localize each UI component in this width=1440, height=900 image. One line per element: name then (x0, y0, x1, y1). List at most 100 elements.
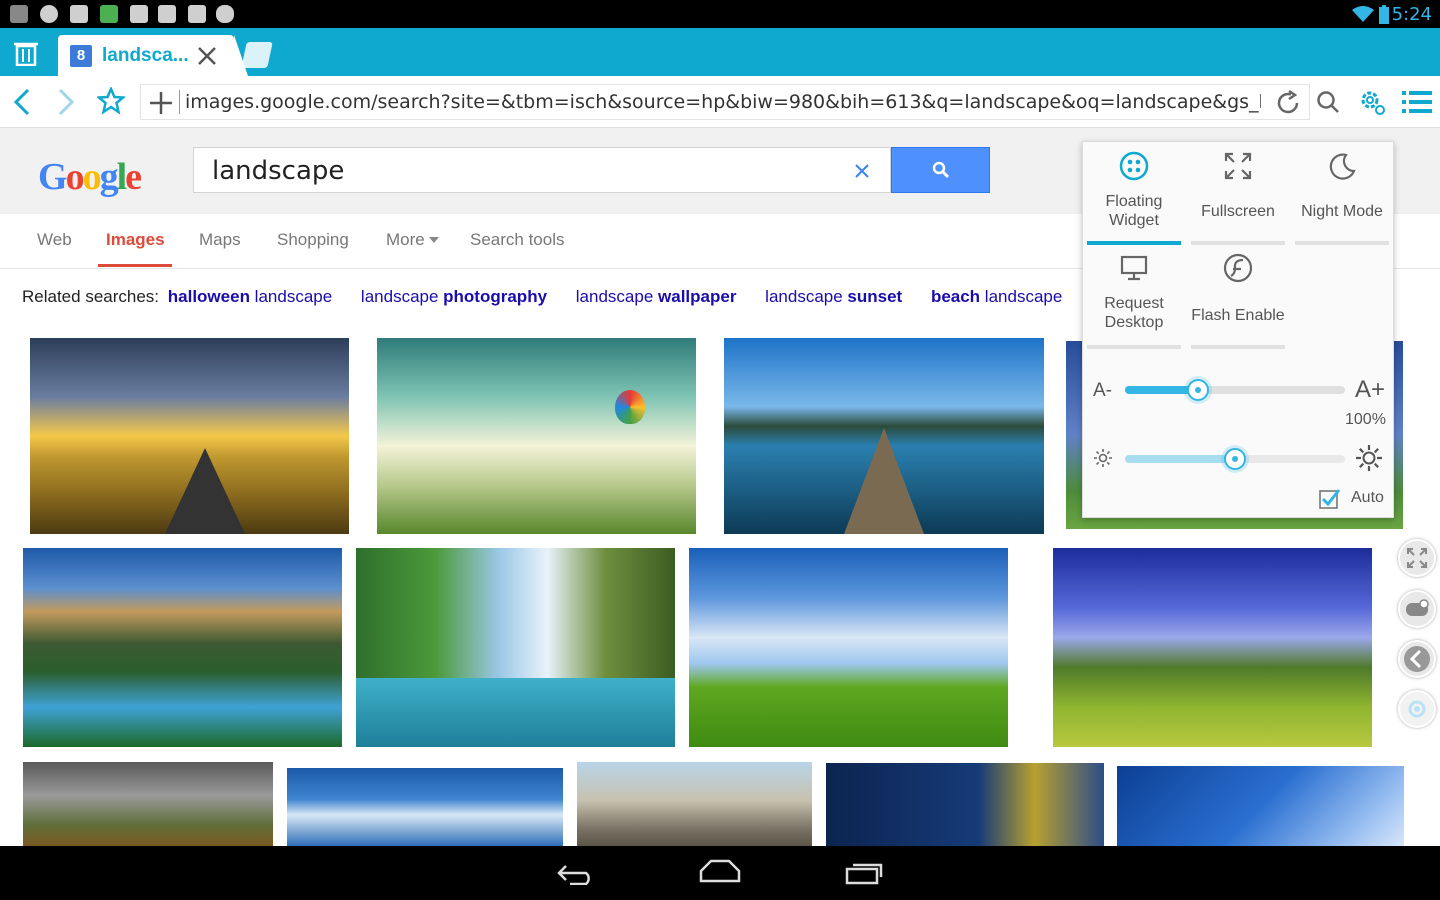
image-result[interactable] (1117, 766, 1404, 846)
chevron-down-icon (429, 237, 439, 243)
navigation-bar: images.google.com/search?site=&tbm=isch&… (0, 76, 1440, 128)
google-logo[interactable]: Google (38, 155, 142, 199)
image-result[interactable] (1053, 548, 1372, 747)
browser-tab-strip: 8 landsca... (0, 28, 1440, 76)
search-query: landscape (212, 156, 345, 186)
fullscreen-label: Fullscreen (1201, 203, 1275, 220)
font-size-slider-handle[interactable] (1186, 379, 1209, 401)
request-desktop-button[interactable]: Request Desktop (1087, 250, 1181, 348)
related-link[interactable]: halloween landscape (168, 287, 332, 306)
url-divider (179, 90, 180, 114)
brightness-low-icon (1094, 449, 1112, 467)
night-mode-button[interactable]: Night Mode (1295, 148, 1389, 246)
image-result[interactable] (356, 548, 675, 747)
search-button[interactable] (891, 147, 990, 193)
back-float-button[interactable] (1398, 640, 1436, 678)
float-menu-dot-button[interactable] (1398, 690, 1436, 728)
menu-list-icon[interactable] (1402, 91, 1432, 113)
tab-images[interactable]: Images (106, 230, 165, 250)
android-back-icon[interactable] (556, 863, 596, 885)
night-mode-moon-icon (1329, 153, 1356, 180)
tab-search-tools[interactable]: Search tools (470, 230, 565, 250)
game-controller-icon (1406, 599, 1429, 616)
tab-underline (1295, 241, 1389, 245)
fullscreen-float-button[interactable] (1398, 539, 1436, 577)
tab-title: landsca... (102, 45, 189, 66)
gmail-icon (70, 5, 88, 23)
forward-icon[interactable] (56, 88, 76, 116)
image-result[interactable] (724, 338, 1044, 534)
related-link[interactable]: landscape wallpaper (576, 287, 737, 306)
android-home-icon[interactable] (699, 859, 741, 883)
android-recents-icon[interactable] (845, 860, 887, 886)
reload-icon[interactable] (1275, 90, 1301, 116)
game-controller-icon (216, 5, 234, 23)
tab-more[interactable]: More (386, 230, 425, 250)
image-result[interactable] (23, 762, 273, 846)
quick-settings-panel: Floating Widget Fullscreen Night Mode Re… (1082, 141, 1394, 518)
battery-icon (1379, 5, 1389, 24)
tab-maps[interactable]: Maps (199, 230, 241, 250)
back-icon[interactable] (12, 88, 32, 116)
auto-brightness-label: Auto (1351, 489, 1384, 506)
image-result[interactable] (689, 548, 1008, 747)
image-result[interactable] (826, 763, 1104, 846)
trash-icon[interactable] (14, 40, 38, 66)
night-mode-label: Night Mode (1301, 203, 1383, 220)
bookmark-star-icon[interactable] (97, 87, 125, 115)
image-result[interactable] (23, 548, 342, 747)
image-result[interactable] (377, 338, 696, 534)
font-increase-label[interactable]: A+ (1355, 376, 1385, 404)
settings-gear-icon[interactable] (1358, 88, 1386, 116)
related-link[interactable]: beach landscape (931, 287, 1062, 306)
brightness-slider-fill (1125, 455, 1235, 463)
clear-search-icon[interactable] (854, 163, 870, 179)
search-input[interactable]: landscape (193, 147, 891, 193)
active-browser-tab[interactable]: 8 landsca... (58, 35, 248, 76)
brightness-slider[interactable] (1125, 448, 1345, 470)
browser-app-icon (40, 5, 58, 23)
url-text[interactable]: images.google.com/search?site=&tbm=isch&… (185, 91, 1261, 113)
plus-icon[interactable] (149, 91, 173, 115)
auto-checkbox[interactable] (1319, 487, 1341, 509)
play-store-icon (158, 5, 176, 23)
status-clock: 5:24 (1391, 4, 1432, 25)
fullscreen-button[interactable]: Fullscreen (1191, 148, 1285, 246)
status-bar: 275 5:24 (0, 0, 1440, 28)
font-decrease-label[interactable]: A- (1093, 380, 1112, 402)
brightness-slider-handle[interactable] (1224, 448, 1246, 470)
image-result[interactable] (30, 338, 349, 534)
fullscreen-icon (1407, 548, 1427, 568)
related-label: Related searches: (22, 287, 160, 306)
active-tab-underline (98, 264, 172, 267)
google-favicon: 8 (70, 45, 92, 67)
search-icon (932, 161, 950, 179)
back-chevron-icon (1404, 646, 1430, 672)
flash-enable-label: Flash Enable (1191, 307, 1285, 324)
tab-web[interactable]: Web (37, 230, 72, 250)
tab-shopping[interactable]: Shopping (277, 230, 349, 250)
image-result[interactable] (577, 762, 812, 846)
flash-icon (1223, 253, 1253, 283)
related-link[interactable]: landscape sunset (765, 287, 902, 306)
system-navigation-bar (0, 846, 1440, 900)
font-zoom-value: 100% (1345, 411, 1386, 428)
game-mode-float-button[interactable] (1398, 590, 1436, 628)
address-bar[interactable]: images.google.com/search?site=&tbm=isch&… (140, 84, 1310, 120)
related-searches: Related searches: halloween landscape la… (22, 287, 1113, 307)
related-link[interactable]: landscape photography (361, 287, 547, 306)
tab-underline (1191, 241, 1285, 245)
download-icon (130, 5, 148, 23)
image-result[interactable] (287, 768, 563, 846)
close-tab-icon[interactable] (198, 47, 216, 65)
floating-widget-label: Floating Widget (1105, 193, 1163, 229)
new-tab-button[interactable] (241, 42, 273, 68)
brightness-high-icon (1356, 445, 1382, 471)
search-icon[interactable] (1316, 90, 1340, 114)
checkmark-bag-icon (188, 5, 206, 23)
desktop-monitor-icon (1120, 255, 1148, 281)
request-desktop-label: Request Desktop (1104, 295, 1164, 331)
flash-enable-button[interactable]: Flash Enable (1191, 250, 1285, 348)
floating-widget-button[interactable]: Floating Widget (1087, 148, 1181, 246)
font-size-slider[interactable] (1125, 379, 1345, 401)
